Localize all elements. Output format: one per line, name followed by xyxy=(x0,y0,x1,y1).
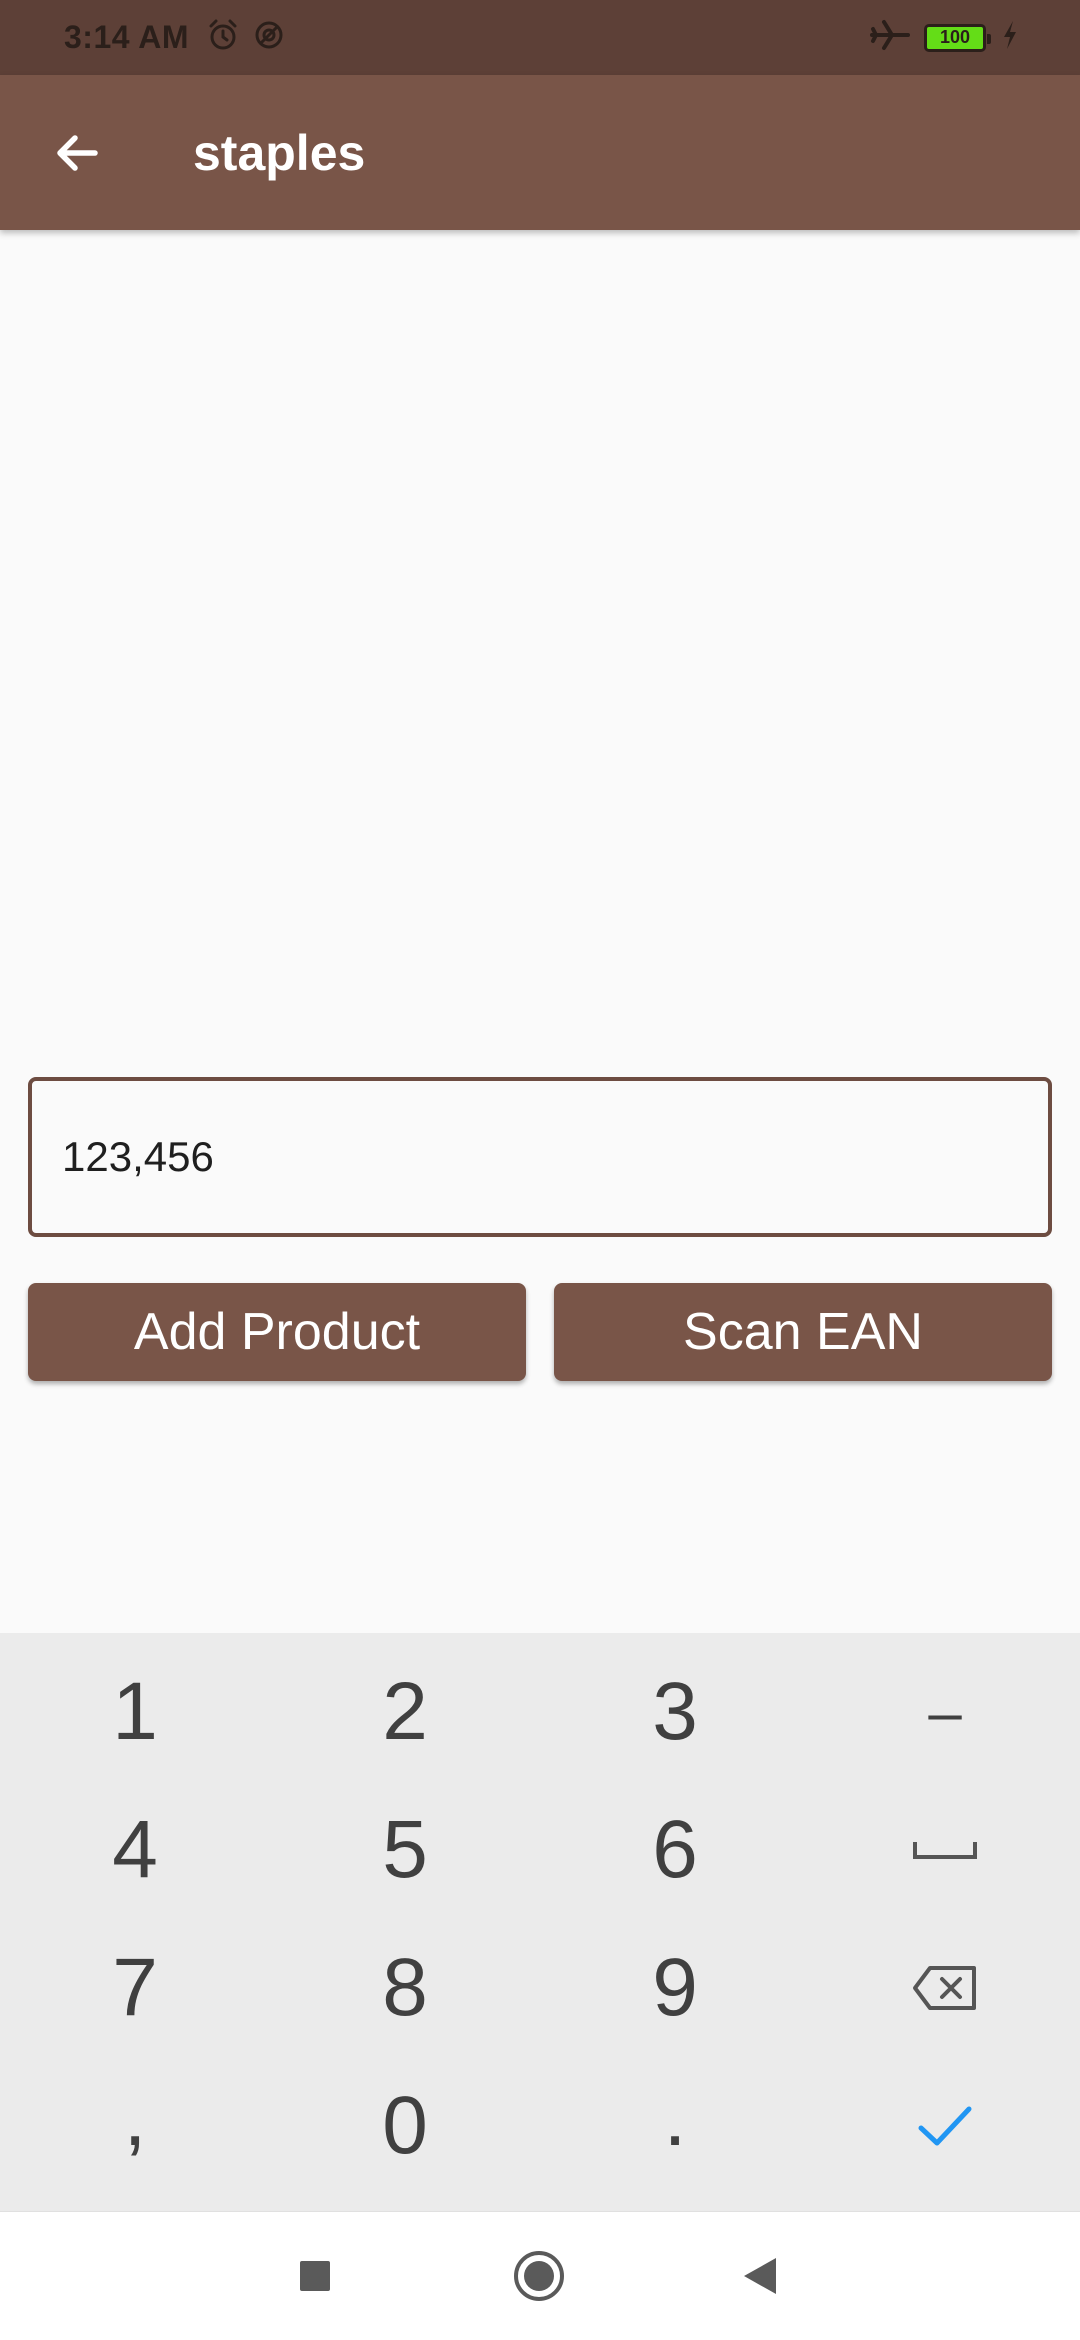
key-8-label: 8 xyxy=(382,1942,428,2033)
add-product-label: Add Product xyxy=(133,1303,421,1361)
home-button[interactable] xyxy=(503,2240,575,2312)
arrow-back-icon xyxy=(57,134,98,171)
back-button[interactable] xyxy=(35,111,119,195)
app-bar: staples xyxy=(0,75,1080,230)
key-6[interactable]: 6 xyxy=(540,1781,810,1919)
key-9-label: 9 xyxy=(652,1942,698,2033)
key-3-label: 3 xyxy=(652,1666,698,1757)
key-4[interactable]: 4 xyxy=(0,1781,270,1919)
checkmark-icon xyxy=(918,2106,972,2146)
status-icons-left xyxy=(205,17,287,58)
key-1-label: 1 xyxy=(112,1666,158,1757)
charging-icon xyxy=(1000,19,1020,56)
back-icon xyxy=(744,2258,776,2294)
product-input-value: 123,456 xyxy=(62,1133,214,1180)
key-5[interactable]: 5 xyxy=(270,1781,540,1919)
status-icons-right: 100 xyxy=(870,18,1020,57)
system-nav-bar xyxy=(0,2211,1080,2340)
key-1[interactable]: 1 xyxy=(0,1643,270,1781)
battery-level: 100 xyxy=(939,27,971,47)
status-bar: 3:14 AM 100 xyxy=(0,0,1080,75)
key-comma[interactable]: , xyxy=(0,2057,270,2195)
status-time: 3:14 AM xyxy=(64,19,190,55)
home-icon xyxy=(514,2251,564,2301)
key-2[interactable]: 2 xyxy=(270,1643,540,1781)
airplane-mode-icon xyxy=(870,18,910,57)
key-7-label: 7 xyxy=(112,1942,158,2033)
numeric-keyboard: 1 2 3 – 4 5 6 7 8 9 , 0 . xyxy=(0,1633,1080,2211)
page-title: staples xyxy=(193,124,366,181)
key-9[interactable]: 9 xyxy=(540,1919,810,2057)
key-minus-label: – xyxy=(928,1678,962,1746)
keyboard-grid: 1 2 3 – 4 5 6 7 8 9 , 0 . xyxy=(0,1633,1080,2195)
key-7[interactable]: 7 xyxy=(0,1919,270,2057)
key-period[interactable]: . xyxy=(540,2057,810,2195)
key-5-label: 5 xyxy=(382,1804,428,1895)
key-4-label: 4 xyxy=(112,1804,158,1895)
scan-ean-label: Scan EAN xyxy=(683,1303,923,1361)
key-done[interactable] xyxy=(810,2057,1080,2195)
screen: 3:14 AM 100 staples 123,456 Add Product … xyxy=(0,0,1080,2340)
key-space[interactable] xyxy=(810,1781,1080,1919)
recents-icon xyxy=(300,2261,330,2291)
back-nav-button[interactable] xyxy=(724,2240,796,2312)
data-saver-icon xyxy=(251,17,287,58)
key-backspace[interactable] xyxy=(810,1919,1080,2057)
key-6-label: 6 xyxy=(652,1804,698,1895)
space-icon xyxy=(913,1842,977,1859)
product-input-field[interactable]: 123,456 xyxy=(28,1077,1052,1237)
scan-ean-button[interactable]: Scan EAN xyxy=(554,1283,1052,1381)
key-8[interactable]: 8 xyxy=(270,1919,540,2057)
battery-icon: 100 xyxy=(924,23,991,52)
key-0[interactable]: 0 xyxy=(270,2057,540,2195)
key-0-label: 0 xyxy=(382,2080,428,2171)
key-comma-label: , xyxy=(123,2072,147,2163)
key-minus[interactable]: – xyxy=(810,1643,1080,1781)
backspace-icon xyxy=(913,1966,976,2010)
add-product-button[interactable]: Add Product xyxy=(28,1283,526,1381)
alarm-icon xyxy=(205,17,241,58)
recents-button[interactable] xyxy=(279,2240,351,2312)
key-period-label: . xyxy=(663,2072,687,2163)
key-3[interactable]: 3 xyxy=(540,1643,810,1781)
key-2-label: 2 xyxy=(382,1666,428,1757)
